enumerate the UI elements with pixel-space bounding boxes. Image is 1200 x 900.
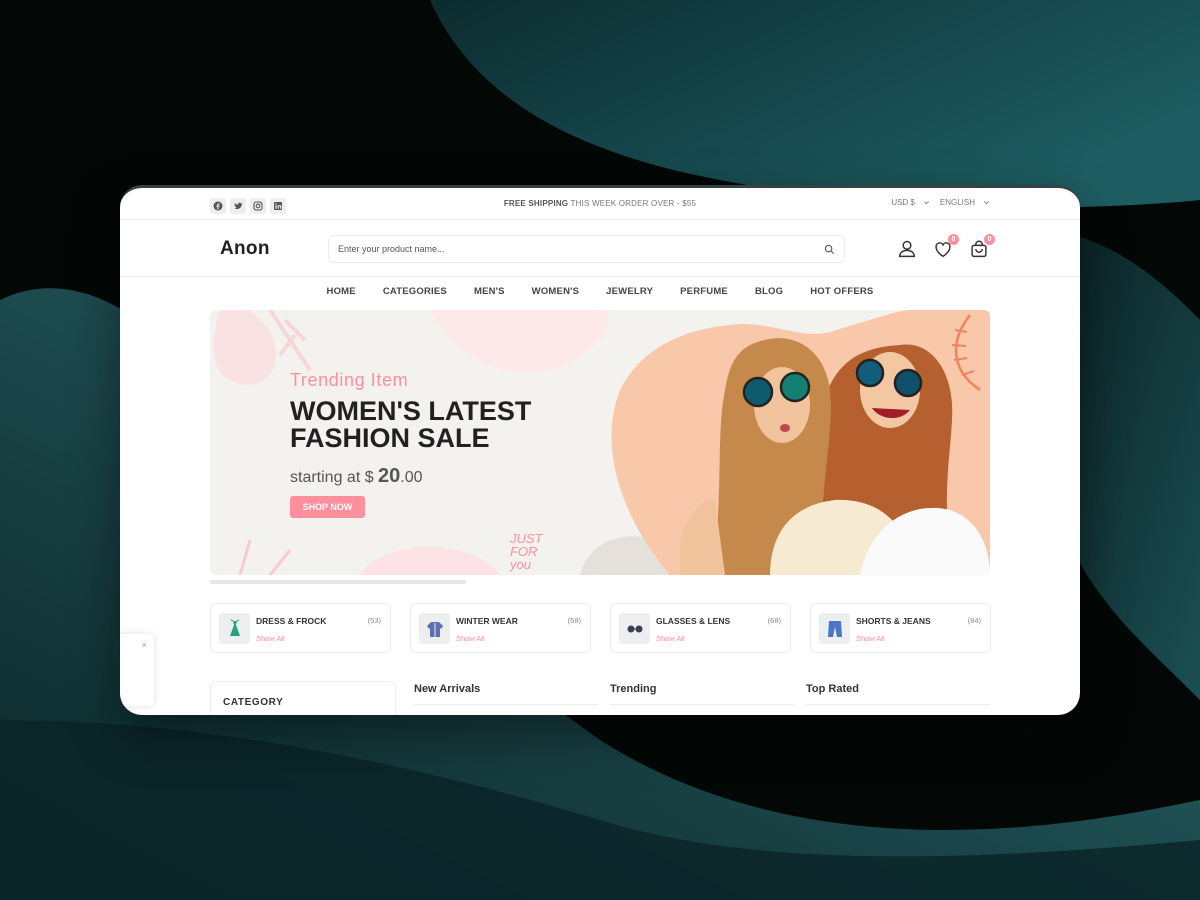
- main-nav: HOME CATEGORIES MEN'S WOMEN'S JEWELRY PE…: [120, 286, 1080, 297]
- glasses-icon: [619, 613, 650, 644]
- nav-home[interactable]: HOME: [327, 286, 356, 297]
- new-arrivals-title: New Arrivals: [414, 683, 481, 695]
- currency-select[interactable]: USD $: [891, 198, 930, 207]
- category-card-glasses[interactable]: GLASSES & LENS (68) Show All: [610, 603, 791, 653]
- banner-scrollbar[interactable]: [210, 580, 466, 584]
- price-prefix: starting at $: [290, 469, 379, 486]
- top-bar: FREE SHIPPING THIS WEEK ORDER OVER - $55…: [120, 188, 1080, 220]
- category-sidebar: CATEGORY: [210, 681, 396, 715]
- shipping-text: THIS WEEK ORDER OVER - $55: [570, 199, 697, 208]
- show-all-link[interactable]: Show All: [256, 634, 285, 643]
- locale-selectors: USD $ ENGLISH: [891, 198, 990, 207]
- language-label: ENGLISH: [939, 198, 975, 207]
- shop-now-button[interactable]: SHOP NOW: [290, 496, 365, 518]
- chevron-down-icon: [923, 201, 929, 205]
- show-all-link[interactable]: Show All: [456, 634, 485, 643]
- user-icon: [898, 240, 916, 258]
- nav-hot-offers[interactable]: HOT OFFERS: [810, 286, 873, 297]
- nav-perfume[interactable]: PERFUME: [680, 286, 728, 297]
- price-cents: .00: [400, 469, 423, 486]
- category-name: GLASSES & LENS: [656, 616, 731, 626]
- category-card-shorts[interactable]: SHORTS & JEANS (84) Show All: [810, 603, 991, 653]
- currency-label: USD $: [891, 198, 915, 207]
- search-bar: [328, 235, 845, 263]
- nav-categories[interactable]: CATEGORIES: [383, 286, 447, 297]
- site-logo[interactable]: Anon: [220, 238, 270, 260]
- category-card-winter[interactable]: WINTER WEAR (58) Show All: [410, 603, 591, 653]
- category-name: WINTER WEAR: [456, 616, 518, 626]
- nav-mens[interactable]: MEN'S: [474, 286, 505, 297]
- nav-jewelry[interactable]: JEWELRY: [606, 286, 653, 297]
- category-name: DRESS & FROCK: [256, 616, 327, 626]
- divider: [610, 704, 794, 705]
- cart-count-badge: 0: [984, 234, 995, 245]
- banner-subtitle: Trending Item: [290, 370, 409, 390]
- category-count: (53): [367, 616, 381, 625]
- category-cards: DRESS & FROCK (53) Show All WINTER WEAR …: [210, 603, 991, 653]
- top-rated-title: Top Rated: [806, 683, 859, 695]
- category-count: (68): [767, 616, 781, 625]
- dress-icon: [219, 613, 250, 644]
- nav-womens[interactable]: WOMEN'S: [532, 286, 579, 297]
- category-count: (84): [967, 616, 981, 625]
- price-main: 20: [378, 465, 401, 487]
- shipping-bold: FREE SHIPPING: [503, 199, 569, 208]
- chevron-down-icon: [984, 201, 989, 205]
- sidebar-title: CATEGORY: [223, 697, 284, 708]
- header-actions: 0 0: [896, 234, 995, 260]
- category-count: (58): [567, 616, 581, 625]
- category-card-dress[interactable]: DRESS & FROCK (53) Show All: [210, 603, 391, 653]
- just-for-you-sticker: JUST FOR you: [510, 531, 543, 572]
- show-all-link[interactable]: Show All: [656, 634, 685, 643]
- category-name: SHORTS & JEANS: [856, 616, 931, 626]
- search-input[interactable]: [329, 236, 799, 262]
- site-header: Anon 0 0: [120, 220, 1080, 277]
- divider: [806, 704, 990, 705]
- language-select[interactable]: ENGLISH: [940, 198, 990, 207]
- show-all-link[interactable]: Show All: [856, 634, 885, 643]
- banner-price: starting at $ 20.00: [290, 465, 423, 488]
- wishlist-button[interactable]: 0: [932, 234, 959, 260]
- trending-title: Trending: [610, 683, 657, 695]
- banner-title: WOMEN'S LATEST FASHION SALE: [290, 396, 532, 453]
- jeans-icon: [819, 613, 850, 644]
- divider: [414, 704, 598, 705]
- wishlist-count-badge: 0: [948, 234, 959, 245]
- user-button[interactable]: [896, 238, 918, 260]
- hero-banner: Trending Item WOMEN'S LATEST FASHION SAL…: [210, 310, 990, 575]
- nav-blog[interactable]: BLOG: [755, 286, 783, 297]
- cart-button[interactable]: 0: [968, 234, 995, 260]
- browser-card: FREE SHIPPING THIS WEEK ORDER OVER - $55…: [120, 185, 1080, 715]
- notification-toast: ×: [120, 634, 154, 706]
- search-icon[interactable]: [824, 244, 835, 255]
- close-icon[interactable]: ×: [142, 640, 147, 650]
- jacket-icon: [419, 613, 450, 644]
